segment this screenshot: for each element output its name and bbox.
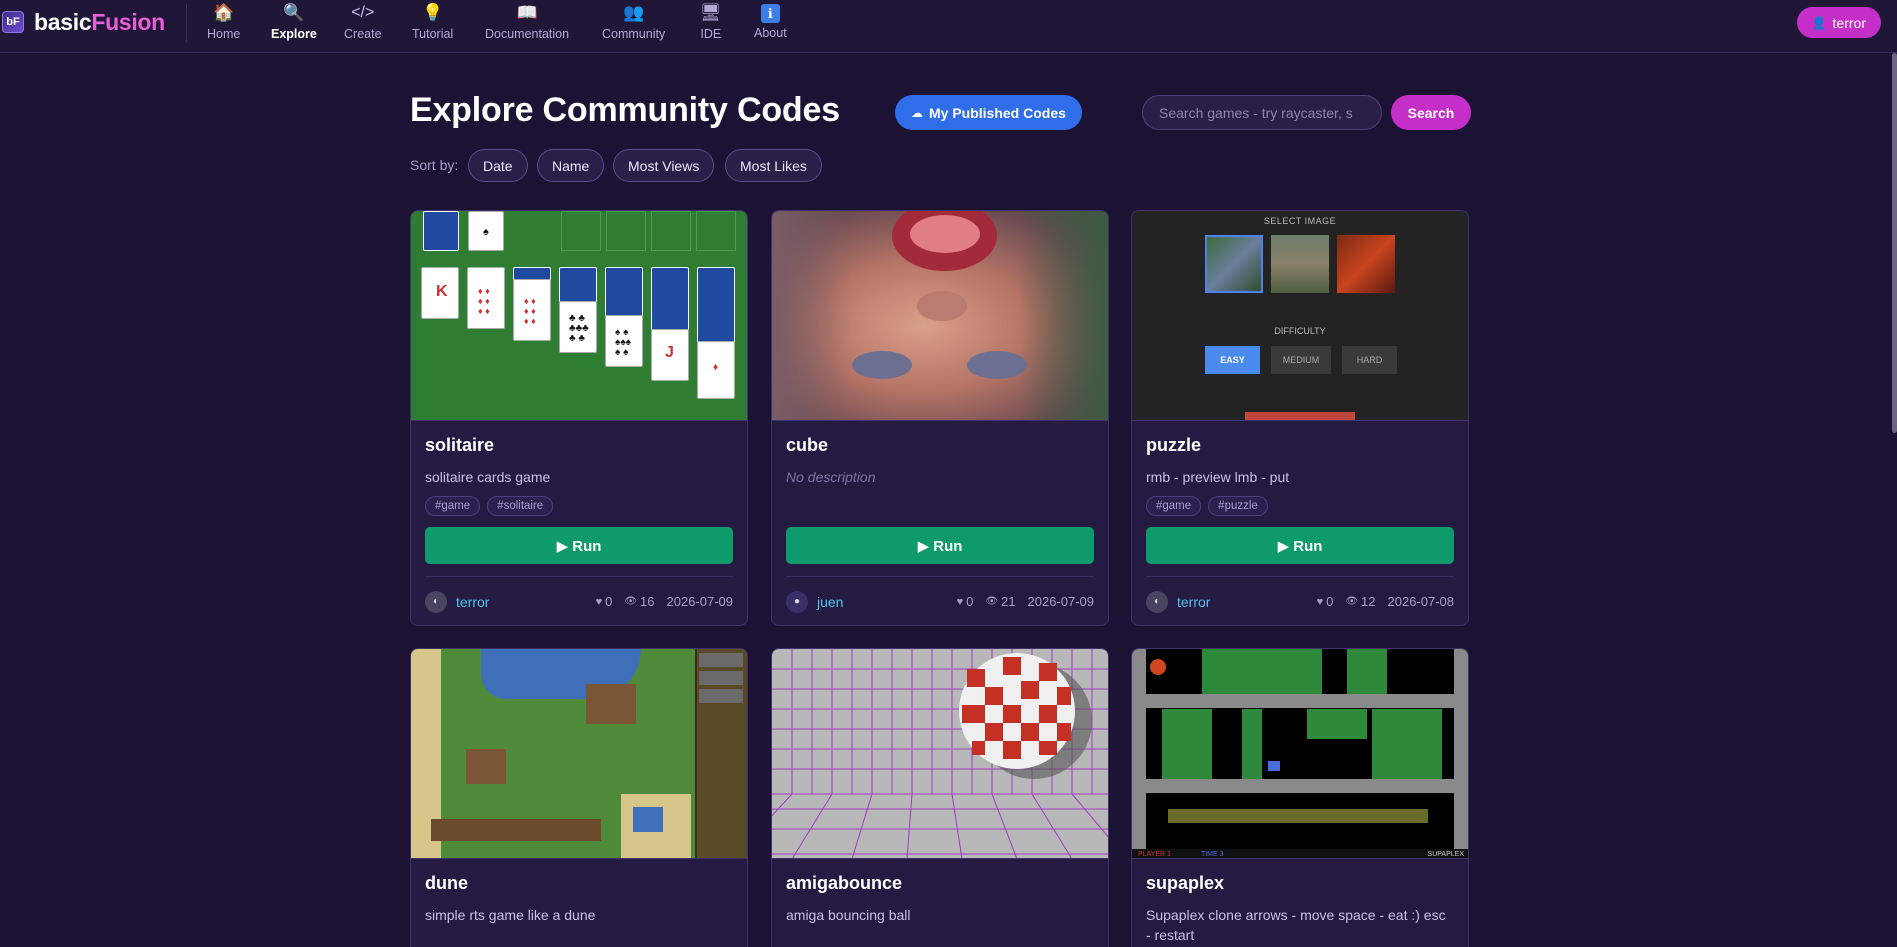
card-title[interactable]: dune (425, 873, 733, 894)
card-description: amiga bouncing ball (786, 907, 911, 923)
info-icon: ℹ (760, 4, 780, 23)
nav-explore[interactable]: 🔍 Explore (271, 2, 317, 46)
card-date: 2026-07-09 (666, 594, 734, 609)
card-title[interactable]: puzzle (1146, 435, 1454, 456)
author-link[interactable]: terror (1177, 594, 1210, 610)
nav-community[interactable]: 👥 Community (602, 2, 665, 46)
code-card-cube: cube No description ▶ Run ● juen ♥ 0 👁 21 … (771, 210, 1109, 626)
card-title[interactable]: amigabounce (786, 873, 1094, 894)
card-description: solitaire cards game (425, 469, 551, 485)
top-nav: bF basicFusion 🏠 Home 🔍 Explore </> Crea… (0, 0, 1897, 53)
card-title[interactable]: solitaire (425, 435, 733, 456)
sort-date-button[interactable]: Date (468, 149, 528, 182)
likes-count: ♥ 0 (956, 594, 974, 609)
user-icon: 👤 (1811, 15, 1827, 30)
nav-about[interactable]: ℹ About (754, 2, 787, 46)
user-menu-button[interactable]: 👤 terror (1796, 7, 1881, 38)
heart-icon: ♥ (956, 595, 964, 608)
heart-icon: ♥ (595, 595, 603, 608)
tag[interactable]: #game (425, 496, 481, 516)
monitor-icon: 🖥 (700, 3, 722, 22)
card-description: simple rts game like a dune (425, 907, 596, 923)
avatar: ◐ (425, 590, 447, 613)
card-thumbnail[interactable]: PLAYER 1 TIME 3 SUPAPLEX (1132, 649, 1468, 859)
eye-icon: 👁 (624, 596, 638, 607)
nav-create[interactable]: </> Create (344, 2, 382, 46)
heart-icon: ♥ (1316, 595, 1324, 608)
cloud-icon: ☁ (911, 105, 923, 120)
book-icon: 📖 (516, 3, 538, 22)
sort-name-button[interactable]: Name (537, 149, 605, 182)
run-button[interactable]: ▶ Run (786, 527, 1094, 564)
nav-ide[interactable]: 🖥 IDE (700, 2, 722, 46)
card-thumbnail[interactable] (772, 211, 1108, 421)
eye-icon: 👁 (1345, 596, 1359, 607)
card-title[interactable]: supaplex (1146, 873, 1454, 894)
nav-documentation[interactable]: 📖 Documentation (485, 2, 569, 46)
puzzle-select-label: SELECT IMAGE (1263, 216, 1337, 226)
avatar: ◐ (1146, 590, 1168, 613)
search-icon: 🔍 (283, 3, 305, 22)
tag[interactable]: #puzzle (1208, 496, 1268, 516)
card-description: rmb - preview lmb - put (1146, 469, 1290, 485)
card-description: Supaplex clone arrows - move space - eat… (1146, 907, 1446, 943)
code-card-supaplex: PLAYER 1 TIME 3 SUPAPLEX supaplex Supapl… (1131, 648, 1469, 947)
tag[interactable]: #game (1146, 496, 1202, 516)
code-card-dune: dune simple rts game like a dune (410, 648, 748, 947)
page-scrollbar[interactable] (1892, 53, 1897, 433)
search-button[interactable]: Search (1391, 95, 1471, 130)
author-link[interactable]: terror (456, 594, 489, 610)
nav-home[interactable]: 🏠 Home (207, 2, 240, 46)
views-count: 👁 12 (1345, 594, 1376, 609)
logo-text: basicFusion (34, 8, 165, 35)
card-thumbnail[interactable] (411, 649, 747, 859)
code-card-amigabounce: amigabounce amiga bouncing ball (771, 648, 1109, 947)
run-button[interactable]: ▶ Run (1146, 527, 1454, 564)
likes-count: ♥ 0 (1316, 594, 1334, 609)
tag[interactable]: #solitaire (487, 496, 554, 516)
views-count: 👁 16 (624, 594, 655, 609)
card-thumbnail[interactable] (772, 649, 1108, 859)
nav-tutorial[interactable]: 💡 Tutorial (412, 2, 453, 46)
user-name: terror (1832, 14, 1866, 31)
search-input[interactable] (1142, 95, 1382, 130)
sort-most-views-button[interactable]: Most Views (613, 149, 715, 182)
logo[interactable]: bF basicFusion (0, 0, 165, 44)
nav-divider (186, 4, 187, 42)
card-title[interactable]: cube (786, 435, 1094, 456)
sort-label: Sort by: (410, 157, 459, 173)
likes-count: ♥ 0 (595, 594, 613, 609)
card-description: No description (786, 469, 876, 485)
run-button[interactable]: ▶ Run (425, 527, 733, 564)
eye-icon: 👁 (985, 596, 999, 607)
code-card-puzzle: SELECT IMAGE DIFFICULTY EASY MEDIUM HARD… (1131, 210, 1469, 626)
code-card-solitaire: ♠ K ♦ ♦ ♦ ♦ ♦ ♦ ♦ ♦ ♦ ♦ ♦ ♦ ♣ ♣ ♣♣♣ ♣ ♣ ♠ ♠ ♠♠♠… (410, 210, 748, 626)
card-thumbnail[interactable]: ♠ K ♦ ♦ ♦ ♦ ♦ ♦ ♦ ♦ ♦ ♦ ♦ ♦ ♣ ♣ ♣♣♣ ♣ ♣ ♠ ♠ ♠♠♠… (411, 211, 747, 421)
my-published-codes-button[interactable]: ☁ My Published Codes (895, 95, 1082, 130)
code-icon: </> (351, 4, 375, 21)
amiga-grid-graphic (772, 649, 1108, 858)
avatar: ● (786, 590, 808, 613)
card-thumbnail[interactable]: SELECT IMAGE DIFFICULTY EASY MEDIUM HARD (1132, 211, 1468, 421)
community-icon: 👥 (623, 3, 645, 22)
puzzle-difficulty-label: DIFFICULTY (1274, 326, 1326, 336)
home-icon: 🏠 (213, 3, 235, 22)
sort-most-likes-button[interactable]: Most Likes (725, 149, 822, 182)
lightbulb-icon: 💡 (422, 3, 444, 22)
card-date: 2026-07-08 (1387, 594, 1455, 609)
logo-icon: bF (2, 11, 24, 33)
author-link[interactable]: juen (817, 594, 843, 610)
views-count: 👁 21 (985, 594, 1016, 609)
card-date: 2026-07-09 (1027, 594, 1095, 609)
page-title: Explore Community Codes (410, 91, 840, 129)
